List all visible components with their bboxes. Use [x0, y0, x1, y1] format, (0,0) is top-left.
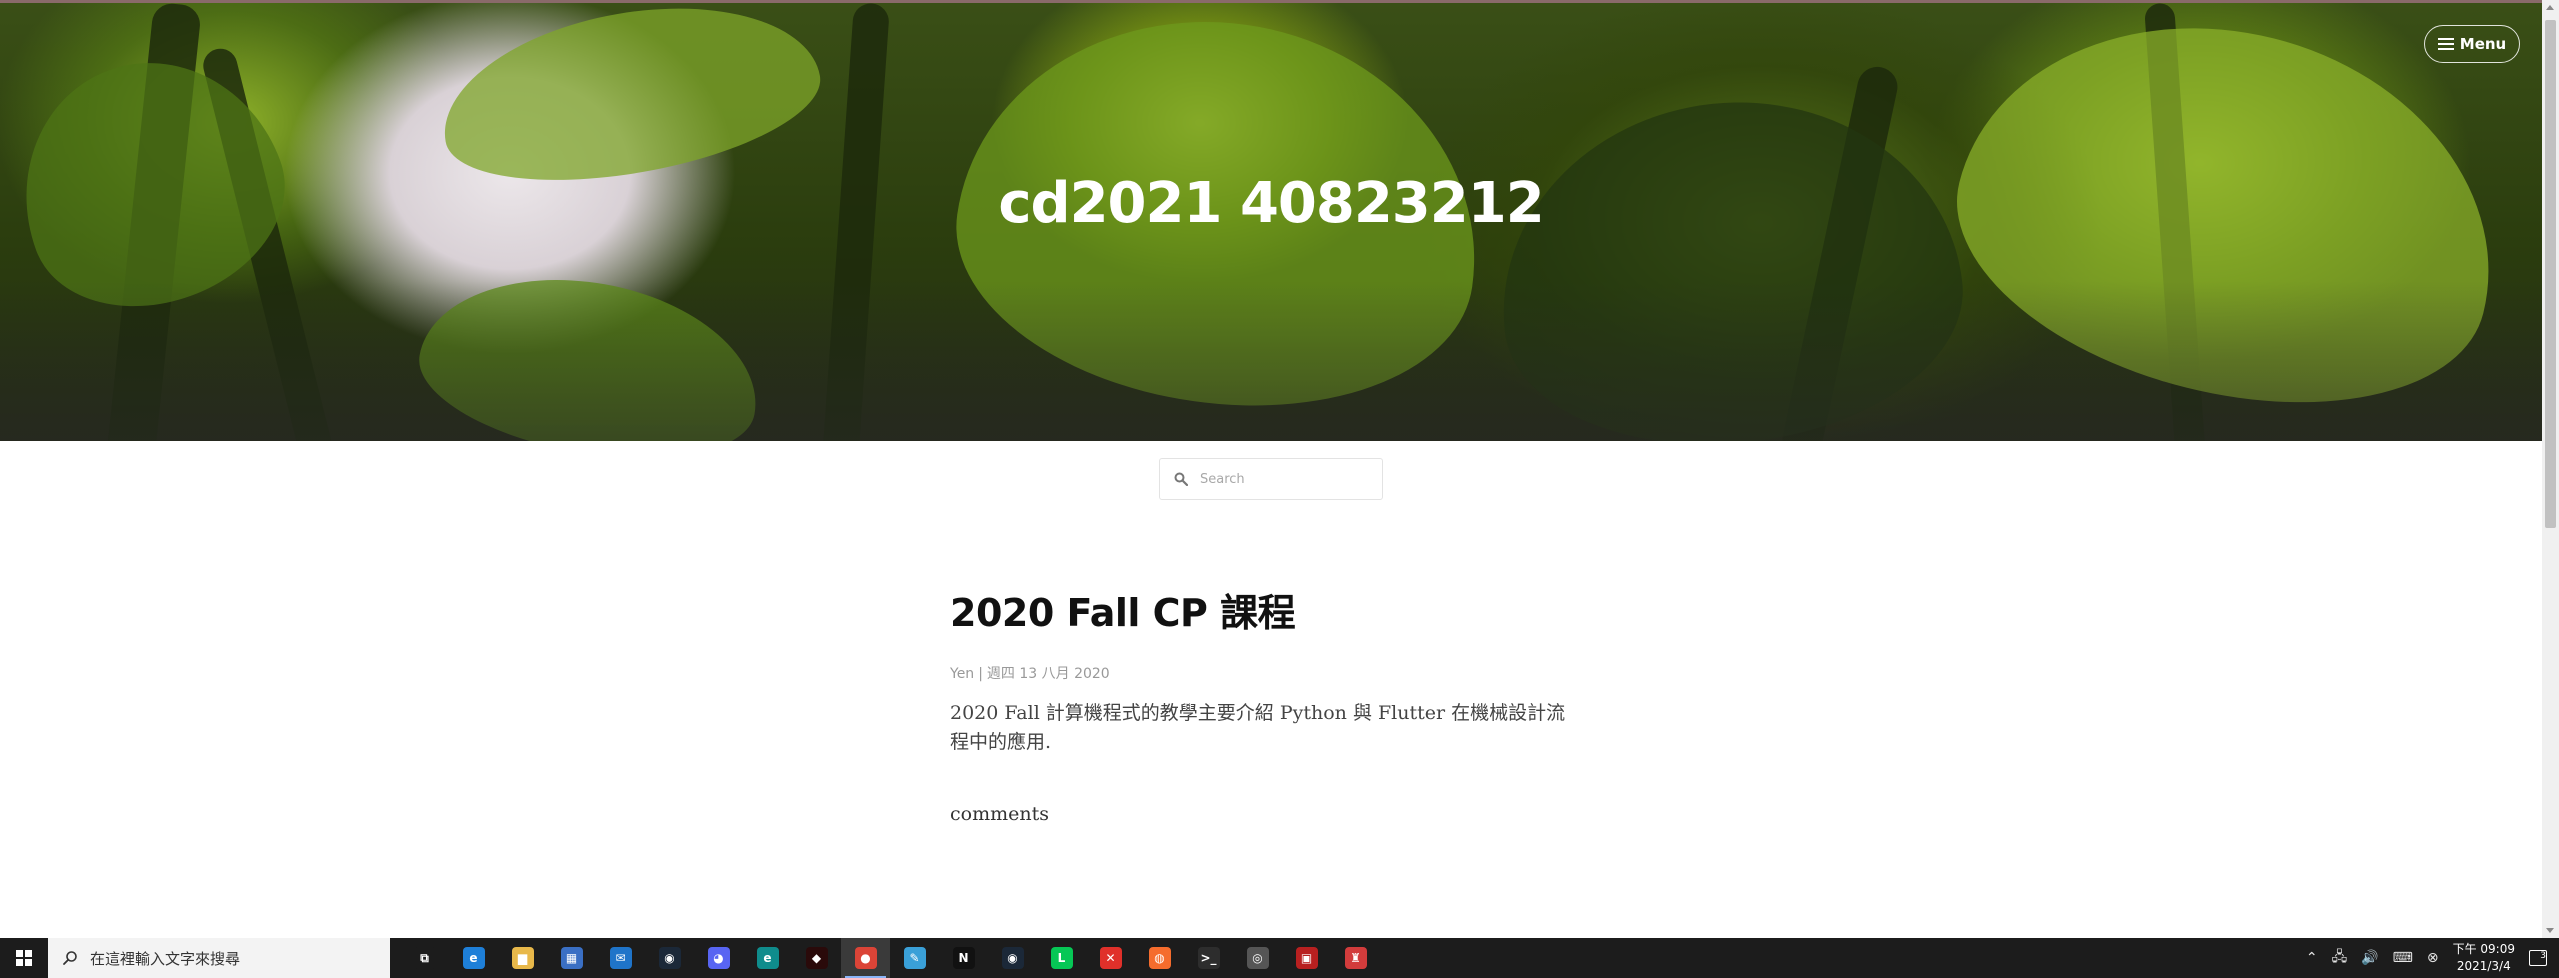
start-button[interactable]: [0, 938, 48, 978]
leaf: [1483, 79, 1977, 441]
system-tray: ⌃ 🖧 🔊 ⌨ ⊗ 下午 09:09 2021/3/4 3: [2306, 938, 2559, 978]
taskbar-search-icon: [63, 951, 77, 965]
x-app-icon: ✕: [1099, 947, 1122, 969]
taskbar-app-microsoft-store[interactable]: ▦: [547, 938, 596, 978]
taskbar-app-netflix[interactable]: N: [939, 938, 988, 978]
clock-time: 下午 09:09: [2452, 942, 2515, 956]
taskbar-app-red-app[interactable]: ▣: [1282, 938, 1331, 978]
taskbar-app-mail[interactable]: ✉: [596, 938, 645, 978]
scroll-up-icon[interactable]: [2546, 5, 2554, 10]
taskbar-app-game-app[interactable]: ◆: [792, 938, 841, 978]
taskbar-app-internet-explorer[interactable]: e: [449, 938, 498, 978]
steam-icon: ◉: [658, 947, 681, 969]
windows-icon: [16, 950, 32, 966]
network-icon[interactable]: 🖧: [2332, 946, 2348, 970]
notification-count: 3: [2540, 951, 2546, 961]
visual-app-icon: ✎: [903, 947, 926, 969]
taskbar-app-globe-app[interactable]: ◎: [1233, 938, 1282, 978]
site-title[interactable]: cd2021 40823212: [0, 171, 2542, 236]
taskbar-app-list: ⧉ e ▆ ▦ ✉ ◉ ◕ e ◆ ● ✎ N ◉ L ✕ ◍ >_ ◎ ▣ ♜: [400, 938, 1380, 978]
taskbar-app-steam-2[interactable]: ◉: [988, 938, 1037, 978]
post-excerpt: 2020 Fall 計算機程式的教學主要介紹 Python 與 Flutter …: [950, 702, 1566, 753]
chevron-up-icon[interactable]: ⌃: [2306, 950, 2318, 966]
vertical-scrollbar[interactable]: [2542, 0, 2559, 938]
file-explorer-icon: ▆: [511, 947, 534, 969]
edge-icon: e: [756, 947, 779, 969]
steam-2-icon: ◉: [1001, 947, 1024, 969]
taskbar-search-placeholder: 在這裡輸入文字來搜尋: [90, 949, 241, 968]
terminal-icon: >_: [1197, 947, 1220, 969]
taskbar-app-discord[interactable]: ◕: [694, 938, 743, 978]
post-date: 週四 13 八月 2020: [986, 666, 1110, 682]
hamburger-icon: [2437, 38, 2454, 50]
clock-date: 2021/3/4: [2456, 959, 2511, 973]
netflix-icon: N: [952, 947, 975, 969]
keyboard-icon[interactable]: ⌨: [2393, 950, 2413, 966]
globe-app-icon: ◎: [1246, 947, 1269, 969]
post-article: 2020 Fall CP 課程 Yen | 週四 13 八月 2020 2020 F…: [950, 582, 1590, 825]
hero-banner: cd2021 40823212 Menu: [0, 0, 2542, 441]
leaf: [407, 254, 773, 441]
taskbar-app-steam[interactable]: ◉: [645, 938, 694, 978]
taskbar-app-origin[interactable]: ◍: [1135, 938, 1184, 978]
scroll-down-icon[interactable]: [2546, 928, 2554, 933]
internet-explorer-icon: e: [462, 947, 485, 969]
taskbar-app-x-app[interactable]: ✕: [1086, 938, 1135, 978]
post-author[interactable]: Yen: [950, 666, 974, 682]
discord-icon: ◕: [707, 947, 730, 969]
taskbar-app-terminal[interactable]: >_: [1184, 938, 1233, 978]
taskbar-search-box[interactable]: 在這裡輸入文字來搜尋: [48, 938, 390, 978]
chrome-icon: ●: [854, 947, 877, 969]
game-app-icon: ◆: [805, 947, 828, 969]
taskbar-clock[interactable]: 下午 09:09 2021/3/4: [2453, 941, 2515, 975]
taskbar-app-paint-app[interactable]: ♜: [1331, 938, 1380, 978]
taskbar-app-chrome[interactable]: ●: [841, 938, 890, 978]
mail-icon: ✉: [609, 947, 632, 969]
origin-icon: ◍: [1148, 947, 1171, 969]
scroll-thumb[interactable]: [2545, 20, 2556, 528]
search-box[interactable]: [1159, 458, 1383, 500]
taskbar-app-line[interactable]: L: [1037, 938, 1086, 978]
meta-separator: |: [978, 666, 983, 682]
windows-taskbar: 在這裡輸入文字來搜尋 ⧉ e ▆ ▦ ✉ ◉ ◕ e ◆ ● ✎ N ◉ L ✕ ◍ >_ ◎ ▣ ♜ ⌃ 🖧 🔊 ⌨…: [0, 938, 2559, 978]
line-icon: L: [1050, 947, 1073, 969]
browser-page: cd2021 40823212 Menu 2020 Fall CP 課程 Yen…: [0, 0, 2559, 978]
task-view-icon: ⧉: [413, 947, 436, 969]
red-app-icon: ▣: [1295, 947, 1318, 969]
menu-label: Menu: [2459, 35, 2507, 53]
menu-button[interactable]: Menu: [2424, 25, 2520, 63]
taskbar-app-file-explorer[interactable]: ▆: [498, 938, 547, 978]
ime-icon[interactable]: ⊗: [2427, 950, 2439, 966]
speaker-icon[interactable]: 🔊: [2361, 950, 2378, 966]
taskbar-app-edge[interactable]: e: [743, 938, 792, 978]
post-meta: Yen | 週四 13 八月 2020: [950, 663, 1590, 683]
comments-link[interactable]: comments: [950, 803, 1049, 825]
taskbar-app-task-view[interactable]: ⧉: [400, 938, 449, 978]
paint-app-icon: ♜: [1344, 947, 1367, 969]
search-icon: [1174, 472, 1188, 486]
taskbar-app-visual-app[interactable]: ✎: [890, 938, 939, 978]
post-title[interactable]: 2020 Fall CP 課程: [950, 582, 1590, 637]
notification-center-icon[interactable]: 3: [2529, 950, 2547, 966]
microsoft-store-icon: ▦: [560, 947, 583, 969]
search-input[interactable]: [1198, 470, 1372, 488]
